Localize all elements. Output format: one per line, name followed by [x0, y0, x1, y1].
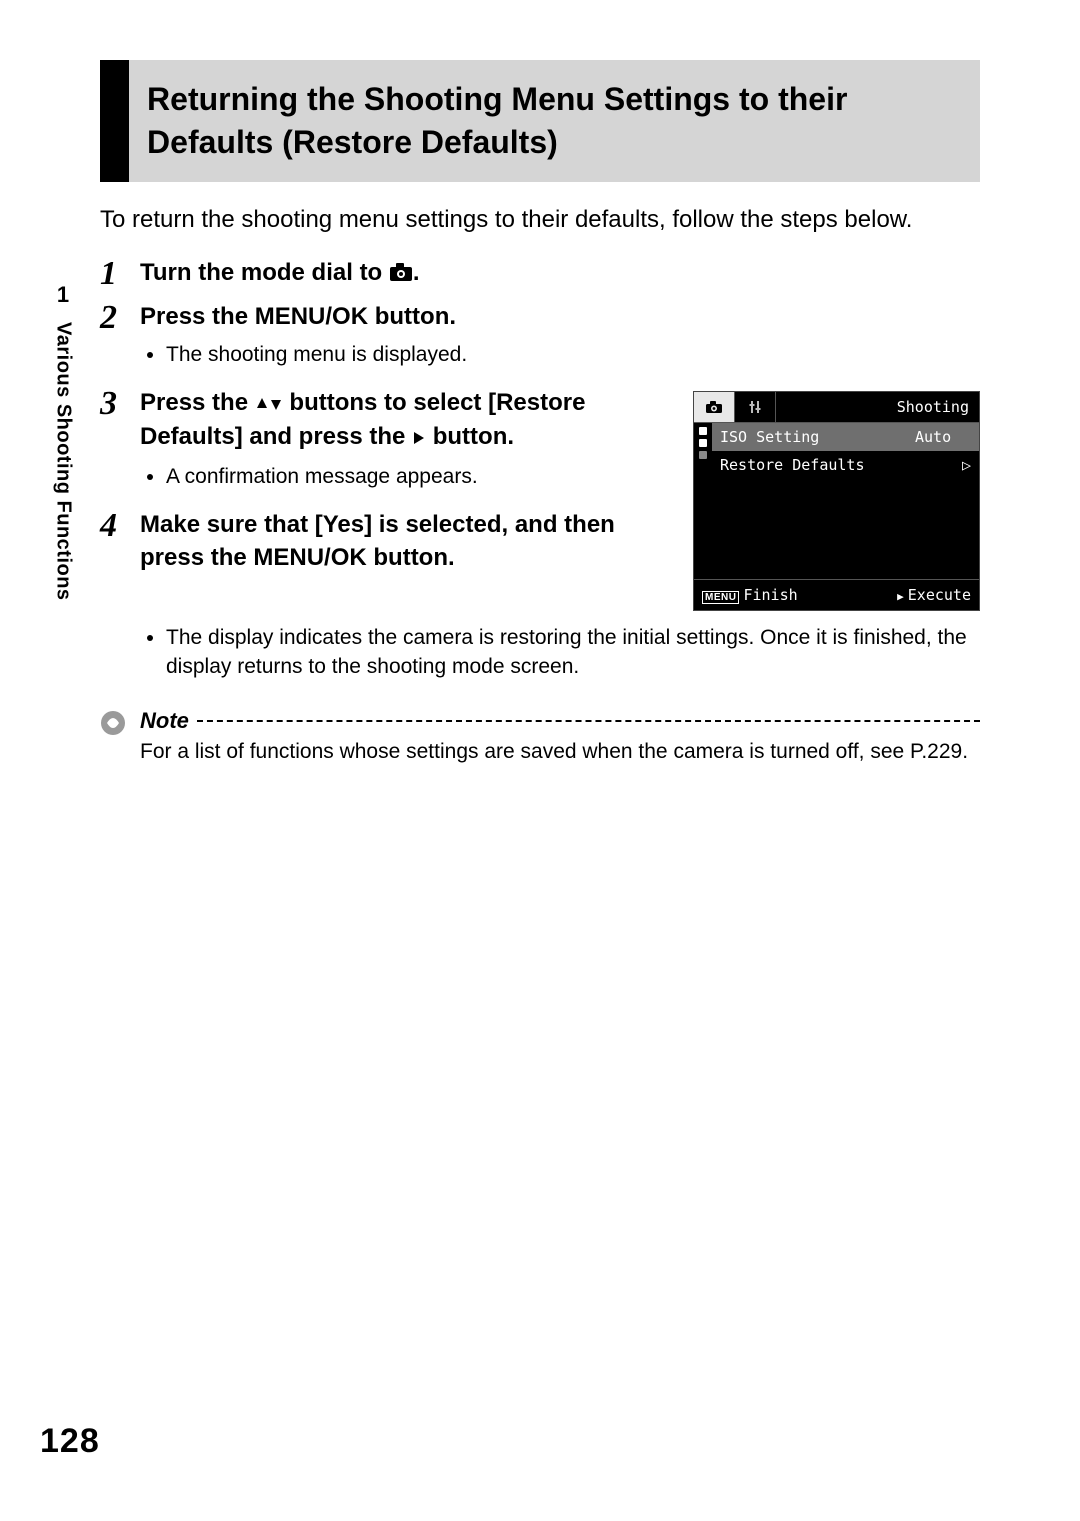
note-content: Note For a list of functions whose setti… — [140, 708, 980, 766]
step-bullet: The display indicates the camera is rest… — [166, 623, 980, 682]
step-number: 4 — [100, 509, 126, 574]
left-margin: 1 Various Shooting Functions — [48, 282, 78, 601]
note-title: Note — [140, 708, 189, 734]
right-triangle-icon — [412, 423, 426, 455]
step-headline-text: button. — [426, 423, 514, 450]
lcd-scrollbar — [694, 423, 712, 579]
chevron-right-icon: ▷ — [959, 456, 971, 474]
step-1: 1 Turn the mode dial to . — [100, 257, 980, 291]
steps-list: 1 Turn the mode dial to . 2 Press the ME… — [100, 257, 980, 690]
step-headline-text: Press the — [140, 389, 255, 416]
step-bullets: A confirmation message appears. — [140, 462, 671, 491]
note-block: Note For a list of functions whose setti… — [100, 708, 980, 766]
title-accent-bar — [100, 60, 129, 182]
step-headline-text: Turn the mode dial to — [140, 259, 389, 286]
lcd-scroll-indicator — [699, 451, 707, 459]
lcd-tabs: Shooting — [694, 392, 979, 423]
step-body: The display indicates the camera is rest… — [140, 617, 980, 690]
chapter-label: Various Shooting Functions — [52, 322, 75, 601]
note-title-line: Note — [140, 708, 980, 734]
lcd-menu-row-iso: ISO Setting Auto — [712, 423, 979, 451]
lcd-tab-tools-icon — [735, 392, 776, 422]
lcd-footer: MENU Finish Execute — [694, 579, 979, 610]
lcd-empty-area — [712, 479, 979, 579]
camera-lcd-screenshot: Shooting ISO Setting Auto Res — [693, 391, 980, 611]
lcd-tab-spacer — [776, 392, 897, 422]
step-body: Press the buttons to select [Restore Def… — [140, 387, 671, 499]
step-number: 3 — [100, 387, 126, 499]
page-number: 128 — [40, 1422, 100, 1461]
lcd-row-label: Restore Defaults — [720, 456, 949, 474]
step-bullet: The shooting menu is displayed. — [166, 340, 980, 369]
step-4: 4 Make sure that [Yes] is selected, and … — [100, 509, 671, 574]
step-body: Press the MENU/OK button. The shooting m… — [140, 301, 980, 377]
step-4-bullets: 4 The display indicates the camera is re… — [100, 617, 980, 690]
note-icon — [100, 710, 126, 741]
up-down-triangle-icon — [255, 389, 283, 421]
intro-paragraph: To return the shooting menu settings to … — [100, 204, 980, 236]
step-headline: Turn the mode dial to . — [140, 257, 980, 291]
step-bullet: A confirmation message appears. — [166, 462, 671, 491]
step-headline-suffix: . — [413, 259, 420, 286]
lcd-row-label: ISO Setting — [720, 428, 905, 446]
lcd-body: ISO Setting Auto Restore Defaults ▷ — [694, 423, 979, 579]
section-title-block: Returning the Shooting Menu Settings to … — [100, 60, 980, 182]
step-body: Turn the mode dial to . — [140, 257, 980, 291]
lcd-footer-left-text: Finish — [743, 586, 797, 604]
step-bullets: The shooting menu is displayed. — [140, 340, 980, 369]
step-headline: Make sure that [Yes] is selected, and th… — [140, 509, 671, 574]
step-3: 3 Press the buttons to select [Restore D… — [100, 387, 671, 499]
lcd-menu-list: ISO Setting Auto Restore Defaults ▷ — [712, 423, 979, 579]
step-2: 2 Press the MENU/OK button. The shooting… — [100, 301, 980, 377]
lcd-footer-right: Execute — [897, 586, 971, 604]
lcd-tab-camera-icon — [694, 392, 735, 422]
step-bullets: The display indicates the camera is rest… — [140, 623, 980, 682]
steps-3-4-with-screenshot: 3 Press the buttons to select [Restore D… — [100, 387, 980, 611]
step-headline: Press the buttons to select [Restore Def… — [140, 387, 671, 456]
lcd-scroll-indicator — [699, 427, 707, 435]
steps-3-4-column: 3 Press the buttons to select [Restore D… — [100, 387, 671, 574]
lcd-scroll-indicator — [699, 439, 707, 447]
step-headline: Press the MENU/OK button. — [140, 301, 980, 333]
step-number: 2 — [100, 301, 126, 377]
step-number: 1 — [100, 257, 126, 291]
camera-icon — [389, 259, 413, 291]
lcd-tab-title: Shooting — [897, 392, 979, 422]
note-text: For a list of functions whose settings a… — [140, 738, 980, 766]
note-dashed-rule — [197, 720, 980, 722]
chapter-number: 1 — [57, 282, 69, 308]
lcd-row-value: Auto — [915, 428, 971, 446]
manual-page: Returning the Shooting Menu Settings to … — [0, 0, 1080, 1521]
section-title: Returning the Shooting Menu Settings to … — [129, 60, 980, 182]
menu-badge-icon: MENU — [702, 591, 739, 604]
lcd-footer-left: MENU Finish — [702, 586, 798, 604]
step-body: Make sure that [Yes] is selected, and th… — [140, 509, 671, 574]
lcd-menu-row-restore: Restore Defaults ▷ — [712, 451, 979, 479]
